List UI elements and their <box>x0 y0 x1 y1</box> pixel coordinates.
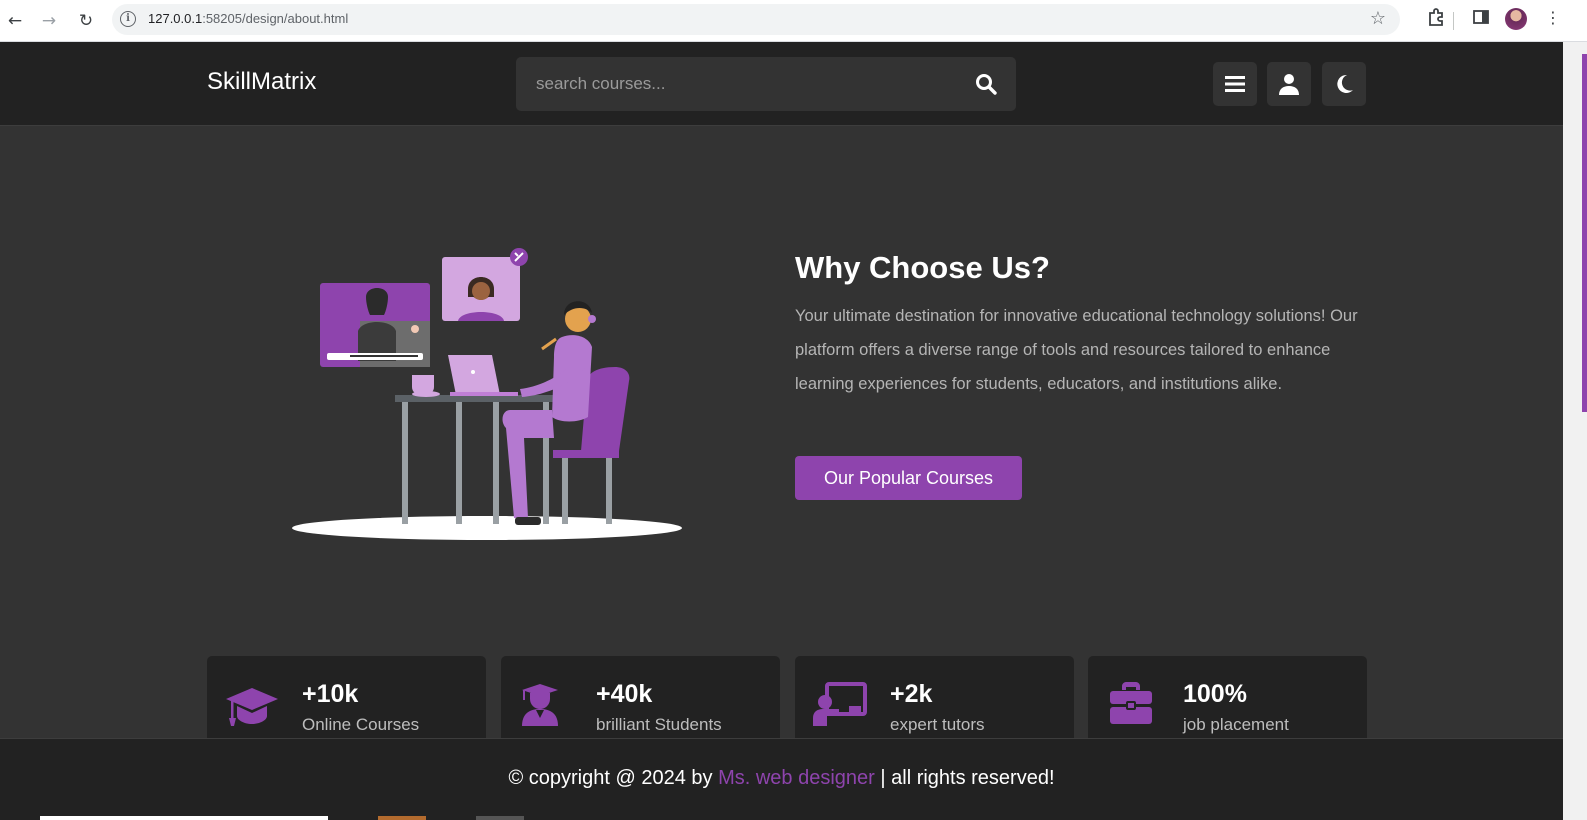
user-button[interactable] <box>1267 62 1311 106</box>
back-icon[interactable]: ← <box>2 8 28 34</box>
stat-value: +40k <box>596 680 653 708</box>
site-logo[interactable]: SkillMatrix <box>207 68 316 96</box>
about-paragraph: Your ultimate destination for innovative… <box>795 307 1358 393</box>
user-icon <box>1279 74 1299 95</box>
url-text[interactable]: 127.0.0.1:58205/design/about.html <box>148 11 348 26</box>
browser-toolbar: ← → ↻ i 127.0.0.1:58205/design/about.htm… <box>0 0 1587 42</box>
reload-icon[interactable]: ↻ <box>73 8 99 34</box>
stat-label: expert tutors <box>890 715 985 734</box>
online-learning-illustration <box>292 248 682 540</box>
stat-value: +2k <box>890 680 933 708</box>
stat-card-tutors: +2k expert tutors <box>795 656 1074 738</box>
stat-value: +10k <box>302 680 359 708</box>
site-footer: © copyright @ 2024 by Ms. web designer |… <box>0 738 1563 820</box>
user-graduate-icon <box>522 684 558 726</box>
search-input[interactable] <box>516 57 956 111</box>
menu-button[interactable] <box>1213 62 1257 106</box>
author-link[interactable]: Ms. web designer <box>718 767 875 789</box>
popular-courses-button[interactable]: Our Popular Courses <box>795 456 1022 500</box>
stat-card-placement: 100% job placement <box>1088 656 1367 738</box>
url-host: 127.0.0.1 <box>148 11 203 26</box>
graduation-cap-icon <box>226 688 278 726</box>
site-info-icon[interactable]: i <box>120 11 136 27</box>
stat-label: job placement <box>1183 715 1289 734</box>
copyright-prefix: © copyright @ 2024 by <box>508 767 719 789</box>
side-panel-icon[interactable] <box>1472 8 1490 30</box>
site-header: SkillMatrix <box>0 42 1563 126</box>
search-icon[interactable] <box>974 72 998 96</box>
stat-label: brilliant Students <box>596 715 722 734</box>
forward-icon[interactable]: → <box>36 8 62 34</box>
bookmark-star-icon[interactable]: ☆ <box>1370 8 1386 29</box>
more-menu-icon[interactable]: ⋮ <box>1545 8 1561 27</box>
search-form <box>516 57 1016 111</box>
stat-card-students: +40k brilliant Students <box>501 656 780 738</box>
url-path: :58205/design/about.html <box>202 11 349 26</box>
menu-icon <box>1225 76 1245 92</box>
address-bar[interactable]: i 127.0.0.1:58205/design/about.html ☆ <box>112 4 1400 35</box>
stat-card-courses: +10k Online Courses <box>207 656 486 738</box>
copyright-text: © copyright @ 2024 by Ms. web designer |… <box>0 767 1563 790</box>
scrollbar-thumb[interactable] <box>1582 54 1587 412</box>
briefcase-icon <box>1110 682 1152 724</box>
stat-label: Online Courses <box>302 715 420 734</box>
toolbar-divider <box>1453 12 1454 30</box>
stat-value: 100% <box>1183 680 1247 708</box>
copyright-suffix: | all rights reserved! <box>874 767 1055 789</box>
chalkboard-teacher-icon <box>813 682 867 726</box>
about-title: Why Choose Us? <box>795 250 1050 285</box>
profile-avatar[interactable] <box>1505 8 1527 30</box>
moon-icon <box>1337 74 1353 93</box>
extensions-icon[interactable] <box>1427 8 1445 30</box>
theme-toggle-button[interactable] <box>1322 62 1366 106</box>
